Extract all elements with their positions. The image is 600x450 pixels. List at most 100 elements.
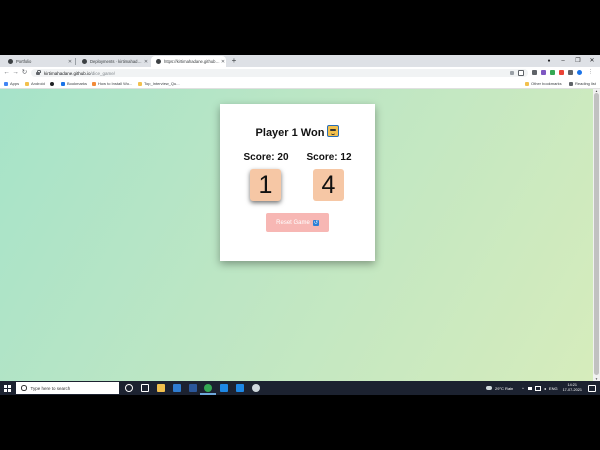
- bookmark-other[interactable]: Other bookmarks: [525, 79, 562, 88]
- profile-icon[interactable]: ●: [542, 55, 556, 67]
- weather-widget[interactable]: 29°C Rain: [486, 381, 513, 395]
- address-bar[interactable]: kirtimahadane.github.io /dice_game/: [31, 69, 528, 77]
- bookmark-apps[interactable]: Apps: [4, 79, 19, 88]
- app-icon[interactable]: [252, 384, 260, 392]
- tab-deployments[interactable]: Deployments · kirtimahadane/d... ✕: [77, 56, 149, 67]
- github-icon: [82, 59, 87, 64]
- maximize-button[interactable]: ❐: [571, 55, 585, 67]
- active-app-indicator: [200, 393, 216, 395]
- folder-icon: [138, 81, 142, 86]
- tab-portfolio[interactable]: Portfolio ✕: [3, 56, 73, 67]
- globe-icon: [8, 59, 13, 64]
- bookmarks-bar: Apps Android Bookmarks How to Install Wo…: [0, 79, 600, 89]
- star-icon[interactable]: [518, 70, 524, 76]
- bookmark-interview[interactable]: Top_Interview_Qu...: [138, 79, 180, 88]
- puzzle-icon[interactable]: [568, 70, 573, 75]
- reset-game-button[interactable]: Reset Game ↺: [266, 213, 329, 232]
- player2-score: Score: 12: [306, 152, 352, 163]
- new-tab-button[interactable]: +: [229, 56, 239, 66]
- game-card: Player 1 Won Score: 20 Score: 12 1 4 Res…: [220, 104, 375, 261]
- extension-icon[interactable]: [550, 70, 555, 75]
- store-icon[interactable]: [173, 384, 181, 392]
- url-path: /dice_game/: [90, 70, 116, 76]
- folder-icon: [525, 81, 529, 86]
- tab-title: Portfolio: [16, 59, 32, 64]
- chevron-up-icon[interactable]: ^: [522, 386, 524, 391]
- player2-die[interactable]: 4: [313, 169, 344, 201]
- tab-bar: Portfolio ✕ Deployments · kirtimahadane/…: [0, 55, 600, 67]
- notification-icon[interactable]: [588, 385, 596, 392]
- forward-button[interactable]: →: [11, 68, 20, 78]
- vscode-icon[interactable]: [220, 384, 228, 392]
- menu-icon[interactable]: ⋮: [588, 70, 593, 75]
- browser-toolbar: ← → ↻ kirtimahadane.github.io /dice_game…: [0, 67, 600, 79]
- bookmark-label: Top_Interview_Qu...: [144, 81, 180, 86]
- scrollbar[interactable]: ▲ ▼: [593, 89, 600, 381]
- weather-text: 29°C Rain: [495, 385, 514, 391]
- tab-divider: [75, 58, 76, 65]
- player1-score: Score: 20: [243, 152, 289, 163]
- screen: Portfolio ✕ Deployments · kirtimahadane/…: [0, 55, 600, 395]
- minimize-button[interactable]: –: [556, 55, 570, 67]
- battery-icon[interactable]: [527, 386, 532, 390]
- close-tab-icon[interactable]: ✕: [220, 59, 226, 65]
- close-tab-icon[interactable]: ✕: [143, 59, 149, 65]
- share-icon[interactable]: [510, 71, 514, 75]
- extension-icon[interactable]: [541, 70, 546, 75]
- page-viewport: Player 1 Won Score: 20 Score: 12 1 4 Res…: [0, 89, 593, 381]
- cloud-icon: [486, 386, 492, 390]
- bookmark-label: How to Install Wo...: [98, 81, 133, 86]
- windows-start-icon[interactable]: [4, 385, 11, 392]
- tab-title: https://kirtimahadane.github.io/...: [164, 59, 220, 64]
- bookmark-label: Android: [31, 81, 45, 86]
- reading-list[interactable]: Reading list: [569, 79, 596, 88]
- bookmark-label: Other bookmarks: [531, 81, 562, 86]
- volume-icon[interactable]: ◂: [544, 386, 546, 391]
- search-icon: [21, 385, 27, 391]
- cortana-icon[interactable]: [125, 384, 133, 392]
- bookmark-install[interactable]: How to Install Wo...: [92, 79, 132, 88]
- avatar[interactable]: [577, 70, 582, 75]
- github-icon: [50, 81, 54, 86]
- trophy-emoji-icon: [327, 125, 340, 137]
- close-tab-icon[interactable]: ✕: [67, 59, 73, 65]
- back-button[interactable]: ←: [2, 68, 11, 78]
- scroll-thumb[interactable]: [594, 93, 599, 375]
- reset-label: Reset Game: [276, 219, 310, 226]
- task-view-icon[interactable]: [141, 384, 149, 392]
- omnibox-icons: [510, 69, 524, 77]
- winner-heading: Player 1 Won: [220, 125, 375, 139]
- tab-title: Deployments · kirtimahadane/d...: [90, 59, 143, 64]
- file-explorer-icon[interactable]: [157, 384, 165, 392]
- network-icon[interactable]: [534, 385, 541, 391]
- taskbar-search-input[interactable]: Type here to search: [16, 382, 119, 394]
- apps-icon: [4, 81, 8, 86]
- reading-list-icon: [569, 81, 573, 86]
- clock[interactable]: 14:21 17-07-2021: [563, 383, 582, 393]
- extension-icon[interactable]: [532, 70, 537, 75]
- bookmark-github[interactable]: [50, 79, 56, 88]
- language-indicator[interactable]: ENG: [549, 386, 558, 391]
- bookmark-android[interactable]: Android: [25, 79, 45, 88]
- bookmark-bookmarks[interactable]: Bookmarks: [61, 79, 87, 88]
- mail-icon[interactable]: [189, 384, 197, 392]
- chrome-icon[interactable]: [204, 384, 212, 392]
- windows-taskbar: Type here to search 29°C Rain ^ ◂ ENG 14…: [0, 381, 600, 395]
- close-window-button[interactable]: ✕: [585, 55, 599, 67]
- url-host: kirtimahadane.github.io: [44, 70, 91, 76]
- star-icon: [61, 81, 65, 86]
- lock-icon: [36, 69, 41, 75]
- github-icon: [156, 59, 161, 64]
- reload-button[interactable]: ↻: [20, 68, 29, 78]
- folder-icon: [25, 81, 29, 86]
- reading-list-label: Reading list: [575, 81, 596, 86]
- tab-dice-game[interactable]: https://kirtimahadane.github.io/... ✕: [151, 56, 226, 67]
- player1-die[interactable]: 1: [250, 169, 281, 201]
- page-icon: [92, 81, 96, 86]
- refresh-icon: ↺: [312, 219, 319, 226]
- bookmark-label: Bookmarks: [67, 81, 88, 86]
- bookmark-label: Apps: [10, 81, 20, 86]
- app-icon[interactable]: [236, 384, 244, 392]
- clock-date: 17-07-2021: [562, 388, 582, 392]
- extension-icon[interactable]: [559, 70, 564, 75]
